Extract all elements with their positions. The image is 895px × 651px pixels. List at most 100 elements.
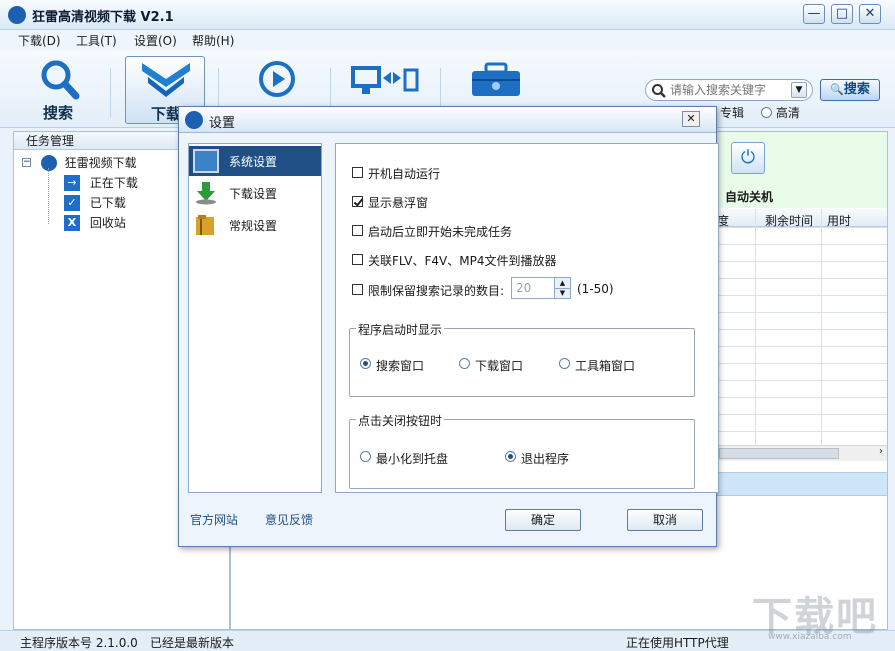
scroll-right-icon[interactable]: › (879, 446, 883, 457)
history-limit-range: (1-50) (577, 282, 614, 296)
search-box: ▼ (645, 79, 813, 101)
app-title: 狂雷高清视频下载 V2.1 (32, 10, 174, 25)
version-text: 主程序版本号 2.1.0.0 (20, 636, 138, 650)
check-icon: ✓ (64, 194, 80, 211)
nav-label: 常规设置 (229, 219, 278, 233)
tree-item-downloading[interactable]: → 正在下载 (64, 174, 138, 191)
menu-bar: 下载(D) 工具(T) 设置(O) 帮助(H) (0, 30, 895, 50)
search-button[interactable]: 🔍搜索 (820, 79, 880, 101)
auto-shutdown-button[interactable]: ⏻ 自动关机 (723, 138, 775, 204)
option-label: 启动后立即开始未完成任务 (368, 225, 513, 239)
dialog-title: 设置 (209, 116, 236, 131)
settings-content: 开机自动运行 显示悬浮窗 启动后立即开始未完成任务 关联FLV、F4V、MP4文… (335, 143, 719, 493)
nav-download-settings[interactable]: 下载设置 (189, 178, 321, 208)
search-dropdown-button[interactable]: ▼ (791, 82, 807, 98)
collapse-icon[interactable]: − (22, 158, 31, 167)
nav-general-settings[interactable]: 常规设置 (189, 210, 321, 240)
search-icon (652, 84, 666, 98)
x-icon: X (64, 214, 80, 231)
radio-button[interactable] (505, 451, 516, 462)
download-arrow-icon (193, 181, 219, 205)
auto-shutdown-label: 自动关机 (724, 190, 773, 204)
startup-display-group: 程序启动时显示 搜索窗口 下载窗口 工具箱窗口 (349, 321, 695, 397)
chevron-down-icon: ▼ (795, 85, 803, 95)
close-icon: ✕ (686, 112, 696, 125)
tool-search[interactable]: 搜索 (18, 56, 98, 124)
checkbox[interactable] (352, 254, 363, 265)
toolbar-separator (110, 68, 111, 118)
tree-item-downloaded[interactable]: ✓ 已下载 (64, 194, 126, 211)
option-label: 显示悬浮窗 (368, 196, 429, 210)
radio-label: 工具箱窗口 (575, 359, 636, 373)
group-title: 点击关闭按钮时 (356, 412, 445, 429)
history-limit-value: 20 (516, 281, 532, 295)
play-icon (259, 61, 295, 97)
settings-dialog: 设置 ✕ 系统设置 下载设置 常规设置 开机自动运行 显示悬浮窗 启动后立即开始… (178, 106, 719, 547)
menu-tools[interactable]: 工具(T) (76, 32, 117, 49)
dialog-close-button[interactable]: ✕ (682, 111, 700, 127)
option-label: 开机自动运行 (368, 167, 441, 181)
tree-root-label: 狂雷视频下载 (64, 156, 137, 170)
option-label: 限制保留搜索记录的数目: (368, 284, 505, 298)
radio-button[interactable] (559, 358, 570, 369)
tree-item-recycle[interactable]: X 回收站 (64, 214, 126, 231)
title-bar: 狂雷高清视频下载 V2.1 — □ ✕ (0, 0, 895, 30)
search-icon: 🔍 (830, 83, 844, 96)
power-icon: ⏻ (731, 142, 765, 174)
quality-radio-hd[interactable]: 高清 (761, 104, 800, 121)
download-icon (142, 63, 190, 97)
checkbox[interactable] (352, 196, 363, 207)
radio-button[interactable] (360, 358, 371, 369)
close-action-group: 点击关闭按钮时 最小化到托盘 退出程序 (349, 412, 695, 489)
app-logo-icon (8, 6, 26, 24)
checkbox[interactable] (352, 284, 363, 295)
history-limit-stepper[interactable]: 20 ▲ ▼ (511, 277, 571, 299)
nav-system-settings[interactable]: 系统设置 (189, 146, 321, 176)
cancel-button[interactable]: 取消 (627, 509, 703, 531)
option-label: 关联FLV、F4V、MP4文件到播放器 (368, 254, 557, 268)
radio-label: 搜索窗口 (376, 359, 425, 373)
toolbox-icon (472, 62, 520, 96)
checkbox[interactable] (352, 167, 363, 178)
tool-search-label: 搜索 (42, 104, 73, 122)
tree-item-label: 回收站 (89, 216, 126, 230)
folder-icon (193, 213, 219, 237)
radio-button[interactable] (761, 107, 772, 118)
ok-button[interactable]: 确定 (505, 509, 581, 531)
search-button-label: 搜索 (843, 82, 870, 97)
checkbox[interactable] (352, 225, 363, 236)
menu-settings[interactable]: 设置(O) (134, 32, 177, 49)
scrollbar-thumb[interactable] (719, 448, 839, 459)
tree-item-label: 已下载 (89, 196, 126, 210)
dialog-title-bar: 设置 ✕ (179, 107, 716, 133)
nav-label: 下载设置 (229, 187, 278, 201)
monitor-icon (193, 149, 219, 173)
proxy-status: 正在使用HTTP代理 (626, 636, 729, 650)
search-input[interactable] (670, 82, 784, 98)
minimize-button[interactable]: — (803, 4, 825, 24)
radio-label: 专辑 (720, 106, 745, 120)
update-status: 已经是最新版本 (150, 636, 235, 650)
radio-button[interactable] (459, 358, 470, 369)
stepper-down-icon[interactable]: ▼ (554, 288, 570, 298)
watermark-url: www.xiazaiba.com (768, 632, 852, 642)
nav-label: 系统设置 (229, 155, 278, 169)
radio-label: 最小化到托盘 (376, 452, 449, 466)
arrow-right-icon: → (64, 174, 80, 191)
convert-icon (351, 66, 419, 94)
radio-button[interactable] (360, 451, 371, 462)
feedback-link[interactable]: 意见反馈 (265, 511, 313, 528)
menu-download[interactable]: 下载(D) (18, 32, 61, 49)
quality-radio-album[interactable]: 专辑 (720, 104, 744, 121)
official-site-link[interactable]: 官方网站 (190, 511, 238, 528)
radio-label: 下载窗口 (475, 359, 524, 373)
tree-line (48, 168, 49, 224)
close-button[interactable]: ✕ (859, 4, 881, 24)
tree-item-label: 正在下载 (89, 176, 138, 190)
radio-label: 退出程序 (521, 452, 570, 466)
maximize-button[interactable]: □ (831, 4, 853, 24)
search-icon (41, 60, 80, 100)
tree-root[interactable]: − 狂雷视频下载 (22, 154, 137, 171)
stepper-up-icon[interactable]: ▲ (554, 278, 570, 288)
menu-help[interactable]: 帮助(H) (192, 32, 234, 49)
